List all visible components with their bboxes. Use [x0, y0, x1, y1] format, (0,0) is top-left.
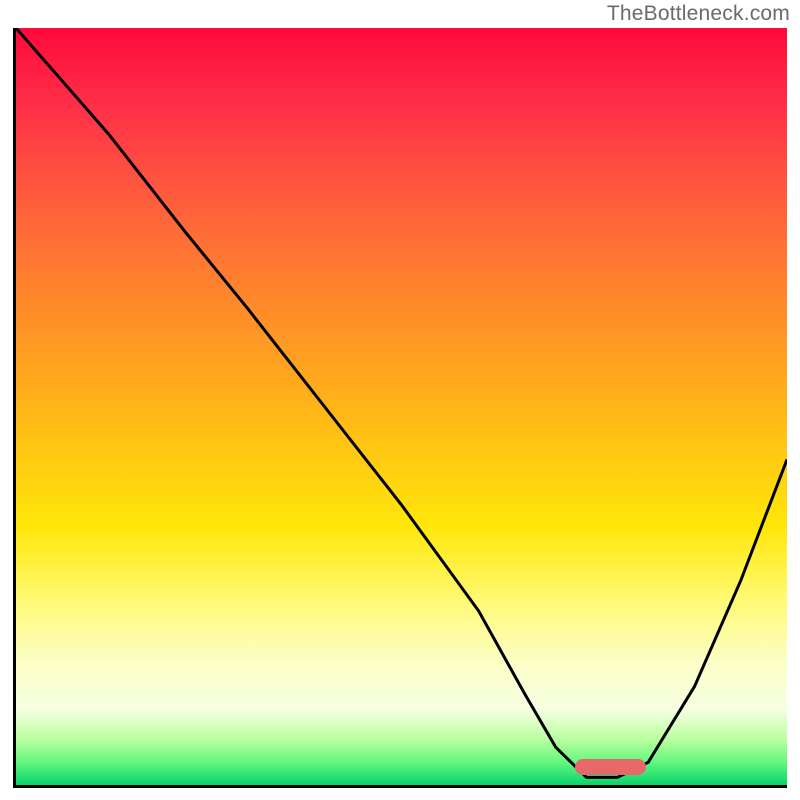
plot-area [13, 28, 787, 788]
watermark-text: TheBottleneck.com [607, 2, 790, 26]
bottleneck-curve [16, 28, 787, 785]
curve-path [16, 28, 787, 777]
recommended-range-marker [575, 759, 646, 775]
